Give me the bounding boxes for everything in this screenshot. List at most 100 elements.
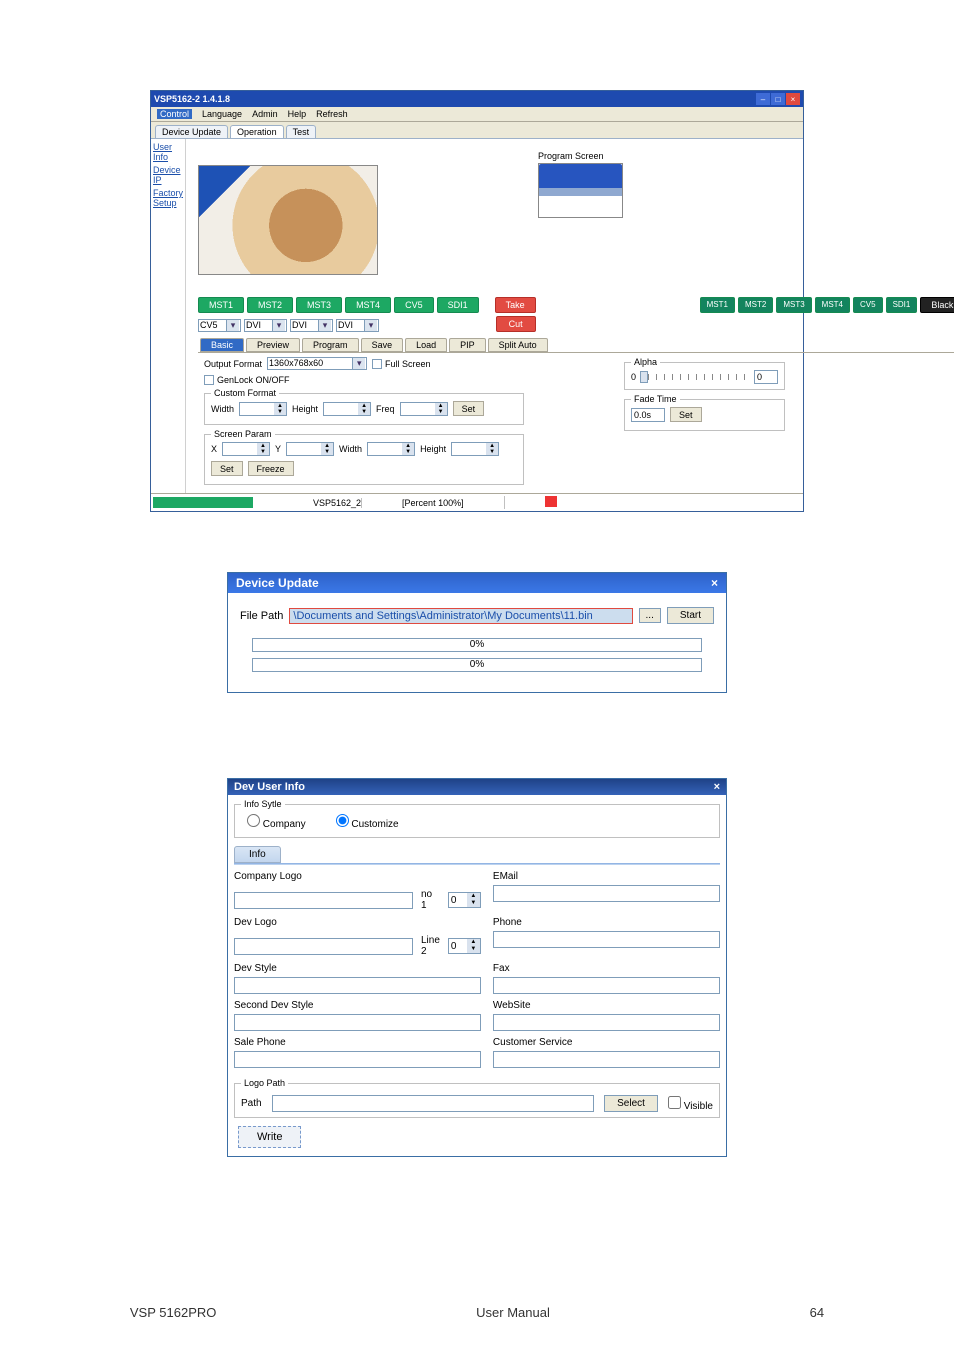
menu-control[interactable]: Control — [157, 109, 192, 119]
tab-device-update[interactable]: Device Update — [155, 125, 228, 138]
website-input[interactable] — [493, 1014, 720, 1031]
select-4[interactable]: DVI▾ — [336, 319, 379, 332]
select-3[interactable]: DVI▾ — [290, 319, 333, 332]
sidebar-user-info[interactable]: User Info — [153, 142, 183, 162]
tab-operation[interactable]: Operation — [230, 125, 284, 138]
select-1[interactable]: CV5▾ — [198, 319, 241, 332]
mst1-button[interactable]: MST1 — [198, 297, 244, 313]
height-stepper[interactable]: ▲▼ — [323, 402, 371, 416]
info-tab[interactable]: Info — [234, 846, 281, 863]
main-app-window: VSP5162-2 1.4.1.8 – □ × Control Language… — [150, 90, 804, 512]
take-button[interactable]: Take — [495, 297, 536, 313]
second-dev-style-input[interactable] — [234, 1014, 481, 1031]
cv5-button[interactable]: CV5 — [394, 297, 434, 313]
sidebar-factory-setup[interactable]: Factory Setup — [153, 188, 183, 208]
prog-mst2[interactable]: MST2 — [738, 297, 773, 313]
info-style-legend: Info Sytle — [241, 799, 285, 809]
radio-company[interactable]: Company — [247, 814, 306, 830]
du-close-icon[interactable]: × — [711, 576, 718, 590]
sub-tab-program[interactable]: Program — [302, 338, 359, 352]
dev-style-input[interactable] — [234, 977, 481, 994]
prog-mst3[interactable]: MST3 — [776, 297, 811, 313]
close-icon[interactable]: × — [786, 93, 800, 105]
height-label: Height — [292, 404, 318, 414]
browse-button[interactable]: ... — [639, 608, 661, 623]
prog-mst1[interactable]: MST1 — [700, 297, 735, 313]
full-screen-check[interactable]: Full Screen — [372, 359, 431, 369]
mst2-button[interactable]: MST2 — [247, 297, 293, 313]
maximize-icon[interactable]: □ — [771, 93, 785, 105]
menu-refresh[interactable]: Refresh — [316, 109, 348, 119]
footer-doc: User Manual — [476, 1305, 550, 1320]
output-format-select[interactable]: 1360x768x60 ▾ — [267, 357, 367, 370]
fade-set-button[interactable]: Set — [670, 407, 702, 422]
freeze-button[interactable]: Freeze — [248, 461, 294, 476]
sp-width-stepper[interactable]: ▲▼ — [367, 442, 415, 456]
sub-tab-pip[interactable]: PIP — [449, 338, 486, 352]
custom-set-button[interactable]: Set — [453, 401, 485, 416]
progress-2: 0% — [252, 658, 702, 672]
black-button[interactable]: Black — [920, 297, 954, 313]
menu-help[interactable]: Help — [288, 109, 307, 119]
sale-phone-input[interactable] — [234, 1051, 481, 1068]
genlock-check[interactable]: GenLock ON/OFF — [204, 375, 290, 385]
status-percent: [Percent 100%] — [361, 498, 504, 508]
email-input[interactable] — [493, 885, 720, 902]
checkbox-icon — [372, 359, 382, 369]
menu-language[interactable]: Language — [202, 109, 242, 119]
customer-service-input[interactable] — [493, 1051, 720, 1068]
line2-stepper[interactable]: ▲▼ — [448, 938, 481, 954]
x-stepper[interactable]: ▲▼ — [222, 442, 270, 456]
website-label: WebSite — [493, 1000, 720, 1011]
dev-user-info-dialog: Dev User Info × Info Sytle Company Custo… — [227, 778, 727, 1157]
prog-sdi1[interactable]: SDI1 — [886, 297, 918, 313]
prog-mst4[interactable]: MST4 — [815, 297, 850, 313]
phone-input[interactable] — [493, 931, 720, 948]
prog-cv5[interactable]: CV5 — [853, 297, 883, 313]
status-device: VSP5162_2 — [313, 498, 361, 508]
checkbox-icon — [204, 375, 214, 385]
fade-value[interactable] — [631, 408, 665, 422]
write-button[interactable]: Write — [238, 1126, 301, 1148]
freq-stepper[interactable]: ▲▼ — [400, 402, 448, 416]
minimize-icon[interactable]: – — [756, 93, 770, 105]
chevron-down-icon: ▾ — [364, 320, 377, 331]
start-button[interactable]: Start — [667, 607, 714, 624]
device-update-dialog: Device Update × File Path \Documents and… — [227, 572, 727, 693]
status-bar: VSP5162_2 [Percent 100%] — [151, 493, 803, 511]
select-button[interactable]: Select — [604, 1095, 658, 1112]
select-2[interactable]: DVI▾ — [244, 319, 287, 332]
sub-tab-basic[interactable]: Basic — [200, 338, 244, 352]
customer-service-label: Customer Service — [493, 1037, 720, 1048]
menu-admin[interactable]: Admin — [252, 109, 278, 119]
file-path-label: File Path — [240, 610, 283, 622]
custom-format-legend: Custom Format — [211, 388, 279, 398]
sp-height-stepper[interactable]: ▲▼ — [451, 442, 499, 456]
sub-tab-save[interactable]: Save — [361, 338, 404, 352]
sub-tab-splitauto[interactable]: Split Auto — [488, 338, 548, 352]
sub-tab-preview[interactable]: Preview — [246, 338, 300, 352]
alpha-slider[interactable] — [640, 374, 750, 380]
logo-path-input[interactable] — [272, 1095, 595, 1112]
visible-check[interactable]: Visible — [668, 1096, 713, 1112]
dv-close-icon[interactable]: × — [714, 781, 720, 793]
output-format-label: Output Format — [204, 359, 262, 369]
sdi1-button[interactable]: SDI1 — [437, 297, 479, 313]
sp-set-button[interactable]: Set — [211, 461, 243, 476]
no1-stepper[interactable]: ▲▼ — [448, 892, 481, 908]
mst4-button[interactable]: MST4 — [345, 297, 391, 313]
freq-label: Freq — [376, 404, 395, 414]
company-logo-input[interactable] — [234, 892, 413, 909]
sub-tab-load[interactable]: Load — [405, 338, 447, 352]
y-stepper[interactable]: ▲▼ — [286, 442, 334, 456]
tab-test[interactable]: Test — [286, 125, 317, 138]
dev-logo-input[interactable] — [234, 938, 413, 955]
sidebar-device-ip[interactable]: Device IP — [153, 165, 183, 185]
fax-input[interactable] — [493, 977, 720, 994]
mst3-button[interactable]: MST3 — [296, 297, 342, 313]
title-bar: VSP5162-2 1.4.1.8 – □ × — [151, 91, 803, 107]
alpha-value[interactable] — [754, 370, 778, 384]
width-stepper[interactable]: ▲▼ — [239, 402, 287, 416]
radio-customize[interactable]: Customize — [336, 814, 399, 830]
cut-button[interactable]: Cut — [496, 316, 536, 332]
